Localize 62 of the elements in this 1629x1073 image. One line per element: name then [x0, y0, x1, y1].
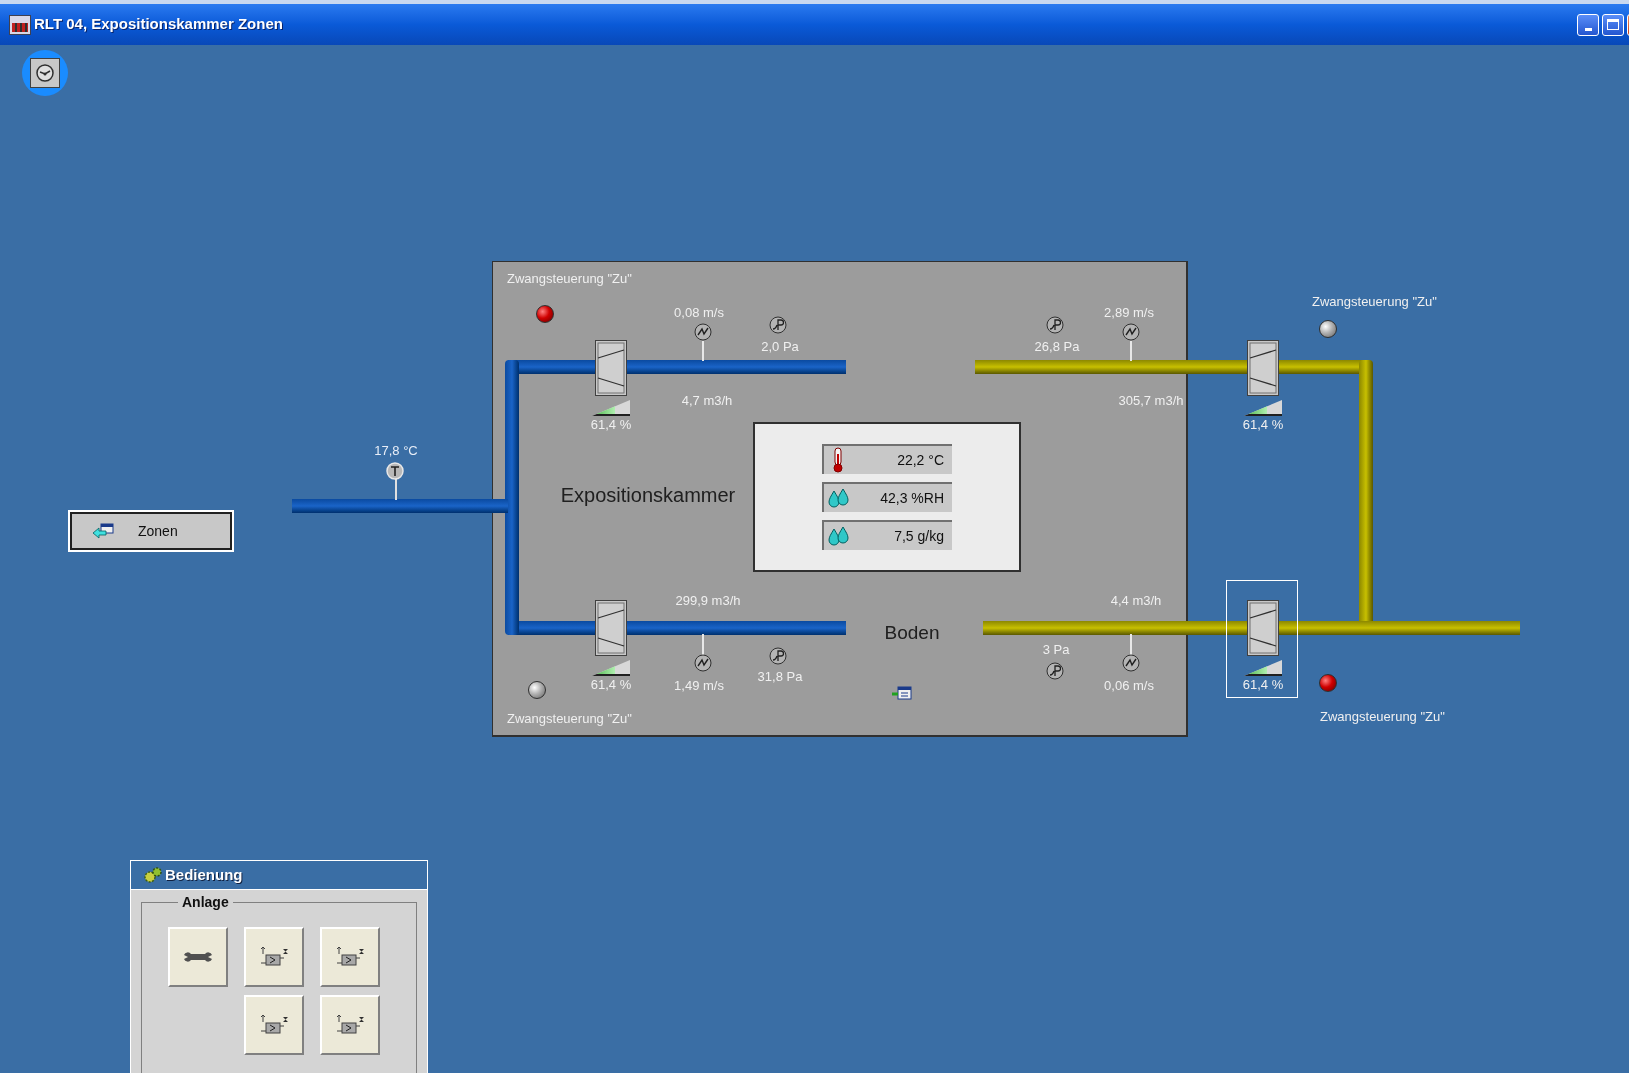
zone-label: Boden: [884, 622, 940, 642]
group-title: Anlage: [181, 893, 230, 912]
sensor-stem: [702, 341, 704, 361]
override-label: Zwangsteuerung "Zu": [507, 271, 632, 285]
controller-button[interactable]: [244, 927, 304, 987]
reading-field: 42,3 %RH: [822, 482, 952, 512]
pressure-reading: 3 Pa: [1042, 642, 1070, 656]
panel-title: Bedienung: [165, 864, 243, 885]
minimize-button[interactable]: [1577, 13, 1599, 36]
window-title: RLT 04, Expositionskammer Zonen: [34, 14, 283, 35]
pressure-sensor-icon: [769, 316, 787, 334]
window-icon: [892, 686, 912, 700]
gears-icon: [143, 866, 163, 884]
pressure-sensor-icon: [769, 647, 787, 665]
controller-block-icon: [258, 946, 290, 968]
app-icon: [9, 14, 31, 35]
temperature-reading: 17,8 °C: [374, 443, 418, 457]
velocity-sensor-icon: [694, 654, 712, 672]
flow-reading: 299,9 m3/h: [675, 593, 741, 607]
damper-reading: 61,4 %: [1242, 417, 1284, 431]
chamber-label: Expositionskammer: [560, 485, 736, 505]
sensor-stem: [1130, 341, 1132, 361]
flow-reading: 4,7 m3/h: [681, 393, 733, 407]
controller-block-icon: [258, 1014, 290, 1036]
pressure-reading: 2,0 Pa: [761, 339, 799, 353]
reading-field: 7,5 g/kg: [822, 520, 952, 550]
back-arrow-icon: [92, 523, 114, 539]
pressure-reading: 31,8 Pa: [757, 669, 803, 683]
damper-reading: 61,4 %: [590, 677, 632, 691]
velocity-reading: 0,06 m/s: [1104, 678, 1154, 692]
pressure-sensor-icon: [1046, 316, 1064, 334]
velocity-sensor-icon: [1122, 323, 1140, 341]
sensor-stem: [395, 478, 397, 500]
override-label: Zwangsteuerung "Zu": [1320, 709, 1445, 723]
zonen-button[interactable]: Zonen: [70, 512, 232, 550]
velocity-reading: 0,08 m/s: [674, 305, 724, 319]
gauge-button[interactable]: [30, 58, 60, 88]
override-label: Zwangsteuerung "Zu": [507, 711, 632, 725]
flow-reading: 4,4 m3/h: [1110, 593, 1162, 607]
controller-button[interactable]: [244, 995, 304, 1055]
pressure-reading: 26,8 Pa: [1034, 339, 1080, 353]
maximize-button[interactable]: [1602, 13, 1624, 36]
tools-button[interactable]: [168, 927, 228, 987]
override-label: Zwangsteuerung "Zu": [1312, 294, 1437, 308]
sensor-stem: [702, 634, 704, 655]
controller-block-icon: [334, 1014, 366, 1036]
sensor-stem: [1130, 634, 1132, 655]
velocity-sensor-icon: [1122, 654, 1140, 672]
reading-field: 22,2 °C: [822, 444, 952, 474]
velocity-reading: 1,49 m/s: [674, 678, 724, 692]
controller-block-icon: [334, 946, 366, 968]
flow-reading: 305,7 m3/h: [1118, 393, 1184, 407]
pressure-sensor-icon: [1046, 662, 1064, 680]
damper-reading: 61,4 %: [1242, 677, 1284, 691]
controller-button[interactable]: [320, 995, 380, 1055]
temperature-sensor-icon: [386, 462, 404, 480]
velocity-reading: 2,89 m/s: [1104, 305, 1154, 319]
controller-button[interactable]: [320, 927, 380, 987]
damper-reading: 61,4 %: [590, 417, 632, 431]
damper-icon: [1247, 600, 1279, 656]
velocity-sensor-icon: [694, 323, 712, 341]
gauge-icon: [35, 63, 55, 83]
